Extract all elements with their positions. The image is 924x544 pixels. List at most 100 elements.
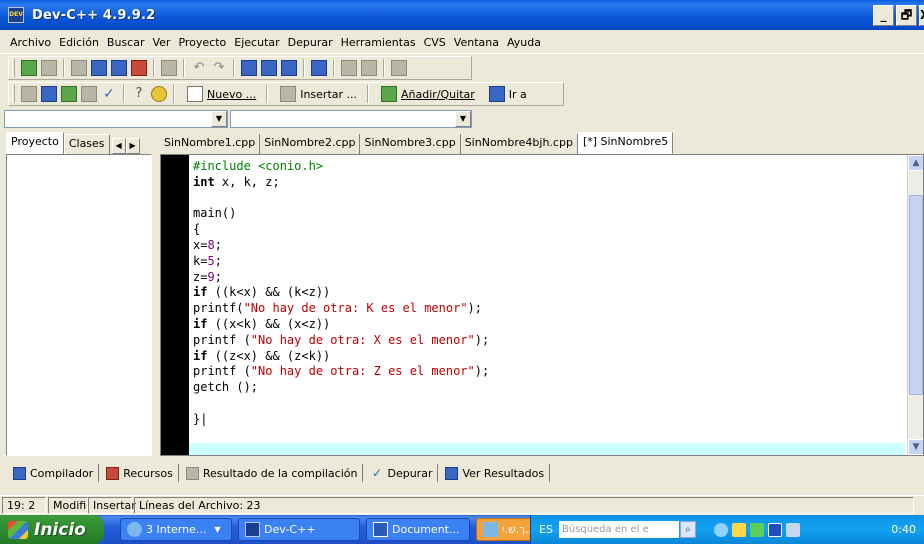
save-icon[interactable] bbox=[91, 60, 107, 76]
scroll-up-icon[interactable]: ▲ bbox=[908, 155, 923, 171]
find-next-icon[interactable] bbox=[281, 60, 297, 76]
rebuild-icon[interactable] bbox=[81, 86, 97, 102]
chevron-down-icon[interactable]: ▼ bbox=[211, 111, 227, 127]
close-button[interactable]: X bbox=[919, 5, 924, 26]
string-literal: "No hay de otra: Z es el menor" bbox=[250, 364, 475, 379]
tab-depurar[interactable]: ✓ Depurar bbox=[363, 464, 439, 482]
vertical-scrollbar[interactable]: ▲ ▼ bbox=[907, 155, 923, 455]
goto-line-icon[interactable] bbox=[311, 60, 327, 76]
class-combo[interactable]: ▼ bbox=[4, 110, 228, 128]
menu-proyecto[interactable]: Proyecto bbox=[174, 36, 230, 49]
chevron-down-icon[interactable]: ▼ bbox=[455, 111, 471, 127]
start-button[interactable]: Inicio bbox=[0, 515, 104, 544]
close-file-icon[interactable] bbox=[131, 60, 147, 76]
signal-icon[interactable] bbox=[749, 522, 764, 537]
toolbar-separator bbox=[153, 59, 155, 77]
taskbar-item-internet[interactable]: 3 Interne... ▼ bbox=[120, 518, 232, 541]
tab-resultado-label: Resultado de la compilación bbox=[202, 466, 358, 480]
bookmark-icon[interactable] bbox=[391, 60, 407, 76]
insert-button[interactable]: Insertar ... bbox=[278, 86, 357, 102]
code-line: main() bbox=[193, 206, 237, 221]
undo-icon[interactable]: ↶ bbox=[191, 60, 207, 76]
cursor-position: 19: 2 bbox=[2, 497, 46, 514]
menu-ver[interactable]: Ver bbox=[148, 36, 174, 49]
tray-icons bbox=[713, 522, 804, 537]
restore-button[interactable]: 🗗 bbox=[896, 5, 917, 26]
member-combo[interactable]: ▼ bbox=[230, 110, 472, 128]
new-doc-icon bbox=[187, 86, 203, 102]
editor-tab-active[interactable]: [*] SinNombre5 bbox=[577, 132, 674, 154]
language-indicator[interactable]: ES bbox=[539, 523, 553, 536]
help-icon[interactable]: ? bbox=[131, 86, 147, 102]
open-project-icon[interactable] bbox=[21, 60, 37, 76]
menu-edicion[interactable]: Edición bbox=[55, 36, 103, 49]
redo-icon[interactable]: ↷ bbox=[211, 60, 227, 76]
keyword: if bbox=[193, 285, 208, 300]
compile-run-icon[interactable] bbox=[61, 86, 77, 102]
secondary-toolbar: ✓ ? Nuevo ... Insertar ... Añadir/Quitar… bbox=[8, 82, 564, 106]
bluetooth-icon[interactable] bbox=[767, 522, 782, 537]
tab-depurar-label: Depurar bbox=[387, 466, 433, 480]
volume-icon[interactable] bbox=[731, 522, 746, 537]
menu-ejecutar[interactable]: Ejecutar bbox=[230, 36, 283, 49]
search-icon[interactable]: ⌕ bbox=[679, 521, 696, 538]
tab-proyecto[interactable]: Proyecto bbox=[6, 132, 64, 154]
editor-tab[interactable]: SinNombre3.cpp bbox=[360, 134, 461, 154]
close-project-icon[interactable] bbox=[41, 60, 57, 76]
find-icon[interactable] bbox=[241, 60, 257, 76]
toolbar-grip[interactable] bbox=[12, 59, 15, 77]
tab-clases[interactable]: Clases bbox=[63, 134, 110, 154]
taskbar-item-word[interactable]: Document... bbox=[366, 518, 470, 541]
tab-compilador[interactable]: Compilador bbox=[6, 464, 100, 482]
menu-herramientas[interactable]: Herramientas bbox=[337, 36, 420, 49]
menu-depurar[interactable]: Depurar bbox=[284, 36, 337, 49]
goto-button[interactable]: Ir a bbox=[487, 86, 527, 102]
display-icon[interactable] bbox=[785, 522, 800, 537]
add-remove-label: Añadir/Quitar bbox=[401, 87, 475, 101]
toolbar-separator bbox=[367, 85, 370, 103]
replace-icon[interactable] bbox=[261, 60, 277, 76]
new-button[interactable]: Nuevo ... bbox=[185, 86, 256, 102]
project-tree-panel[interactable] bbox=[6, 154, 152, 456]
print-icon[interactable] bbox=[161, 60, 177, 76]
code-editor[interactable]: #include <conio.h> int x, k, z; main(){x=8… bbox=[160, 154, 924, 456]
editor-tab[interactable]: SinNombre1.cpp bbox=[160, 134, 261, 154]
current-line-highlight bbox=[189, 443, 905, 455]
editor-gutter bbox=[161, 155, 189, 455]
menu-cvs[interactable]: CVS bbox=[420, 36, 450, 49]
compile-icon[interactable] bbox=[21, 86, 37, 102]
prev-page-icon[interactable] bbox=[341, 60, 357, 76]
menu-ventana[interactable]: Ventana bbox=[450, 36, 503, 49]
doc-icon bbox=[483, 522, 498, 537]
desktop-search-input[interactable]: Búsqueda en el e bbox=[558, 521, 679, 538]
tab-scroll-left-icon[interactable]: ◀ bbox=[111, 138, 126, 154]
toolbar-grip[interactable] bbox=[12, 85, 15, 103]
tab-resultado[interactable]: Resultado de la compilación bbox=[179, 464, 364, 482]
debug-check-icon[interactable]: ✓ bbox=[101, 86, 117, 102]
network-icon[interactable] bbox=[713, 522, 728, 537]
menu-archivo[interactable]: Archivo bbox=[0, 36, 55, 49]
tab-recursos[interactable]: Recursos bbox=[99, 464, 179, 482]
keyword: if bbox=[193, 348, 208, 363]
minimize-button[interactable]: _ bbox=[873, 5, 894, 26]
menu-ayuda[interactable]: Ayuda bbox=[503, 36, 545, 49]
tab-scroll-arrows: ◀ ▶ bbox=[111, 138, 140, 154]
tab-scroll-right-icon[interactable]: ▶ bbox=[125, 138, 140, 154]
next-page-icon[interactable] bbox=[361, 60, 377, 76]
scroll-down-icon[interactable]: ▼ bbox=[908, 439, 923, 455]
new-file-icon[interactable] bbox=[71, 60, 87, 76]
taskbar-item-devcpp[interactable]: Dev-C++ bbox=[238, 518, 360, 541]
editor-tab[interactable]: SinNombre2.cpp bbox=[260, 134, 361, 154]
add-remove-button[interactable]: Añadir/Quitar bbox=[379, 86, 475, 102]
add-remove-icon bbox=[381, 86, 398, 102]
tab-ver-resultados[interactable]: Ver Resultados bbox=[438, 464, 551, 482]
editor-tab[interactable]: SinNombre4bjh.cpp bbox=[461, 134, 578, 154]
code-line: if ((x<k) && (x<z)) bbox=[193, 317, 489, 333]
code-text[interactable]: #include <conio.h> int x, k, z; main(){x=8… bbox=[193, 159, 489, 428]
save-all-icon[interactable] bbox=[111, 60, 127, 76]
menu-buscar[interactable]: Buscar bbox=[103, 36, 149, 49]
code-fragment: ; bbox=[214, 237, 222, 252]
scroll-thumb[interactable] bbox=[909, 195, 923, 395]
run-icon[interactable] bbox=[41, 86, 57, 102]
about-icon[interactable] bbox=[151, 86, 167, 102]
